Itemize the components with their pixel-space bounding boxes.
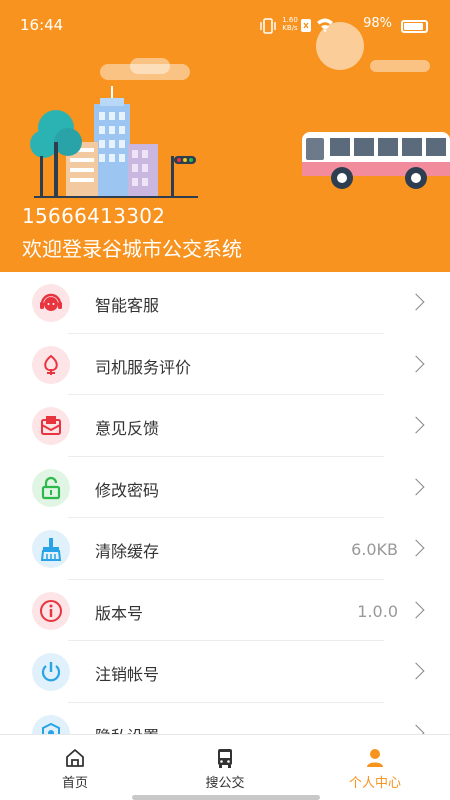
city-illustration — [30, 86, 198, 198]
menu-label: 意见反馈 — [95, 419, 160, 438]
status-bar: 16:44 1.60 KB/s 98% — [0, 0, 450, 52]
user-phone: 15666413302 — [22, 204, 166, 228]
menu-label: 注销帐号 — [95, 665, 160, 684]
menu-item-clear-cache[interactable]: 清除缓存 6.0KB — [0, 518, 450, 580]
menu-item-feedback[interactable]: 意见反馈 — [0, 395, 450, 457]
mail-icon — [32, 407, 70, 445]
menu-item-privacy[interactable]: 隐私设置 — [0, 703, 450, 735]
nav-label: 个人中心 — [348, 776, 401, 791]
unlock-icon — [32, 468, 70, 507]
chevron-right-icon — [407, 416, 425, 434]
profile-header: 16:44 1.60 KB/s 98% 15666413302 欢迎登录谷城市公… — [0, 0, 450, 272]
info-icon — [32, 591, 70, 630]
chevron-right-icon — [407, 724, 425, 734]
battery-icon — [401, 20, 428, 33]
nav-home[interactable]: 首页 — [0, 735, 150, 800]
cloud-illustration — [130, 58, 170, 74]
chevron-right-icon — [407, 662, 425, 680]
bus-icon — [218, 749, 232, 768]
bus-illustration — [302, 132, 450, 189]
nav-label: 首页 — [61, 776, 88, 791]
chevron-right-icon — [407, 293, 425, 311]
net-speed: 1.60 KB/s — [282, 16, 298, 32]
version-value: 1.0.0 — [357, 601, 398, 621]
menu-label: 清除缓存 — [95, 542, 160, 561]
shield-icon — [32, 714, 70, 734]
headset-icon — [32, 284, 70, 322]
battery-percent: 98% — [363, 16, 392, 31]
person-icon — [367, 749, 383, 767]
nav-profile[interactable]: 个人中心 — [300, 735, 450, 800]
menu-item-delete-account[interactable]: 注销帐号 — [0, 641, 450, 703]
nav-search-bus[interactable]: 搜公交 — [150, 735, 300, 800]
chevron-right-icon — [407, 355, 425, 372]
nav-label: 搜公交 — [205, 776, 245, 791]
status-time: 16:44 — [20, 16, 64, 34]
power-icon — [32, 653, 70, 691]
vibrate-icon — [260, 18, 276, 34]
flower-icon — [32, 345, 70, 384]
cloud-illustration — [370, 60, 430, 72]
menu-label: 隐私设置 — [95, 723, 159, 735]
chevron-right-icon — [407, 478, 425, 495]
menu-item-customer-service[interactable]: 智能客服 — [0, 272, 450, 334]
menu-label: 修改密码 — [95, 480, 160, 500]
cache-size-value: 6.0KB — [351, 540, 398, 559]
menu-item-driver-rating[interactable]: 司机服务评价 — [0, 334, 450, 395]
home-icon — [66, 749, 84, 767]
chevron-right-icon — [407, 539, 425, 557]
menu-item-change-password[interactable]: 修改密码 — [0, 457, 450, 518]
menu-item-version[interactable]: 版本号 1.0.0 — [0, 580, 450, 641]
broom-icon — [32, 530, 70, 568]
chevron-right-icon — [407, 601, 425, 618]
home-indicator — [132, 795, 320, 800]
settings-menu: 智能客服 司机服务评价 意见反馈 修改密码 清除缓存 6.0KB 版本号 1.0… — [0, 272, 450, 734]
sim-icon — [301, 19, 311, 32]
menu-label: 智能客服 — [95, 296, 160, 315]
welcome-text: 欢迎登录谷城市公交系统 — [22, 237, 242, 261]
menu-label: 司机服务评价 — [95, 357, 192, 377]
sun-illustration — [316, 22, 364, 70]
bottom-navigation: 首页 搜公交 个人中心 — [0, 734, 450, 800]
menu-label: 版本号 — [95, 603, 144, 623]
